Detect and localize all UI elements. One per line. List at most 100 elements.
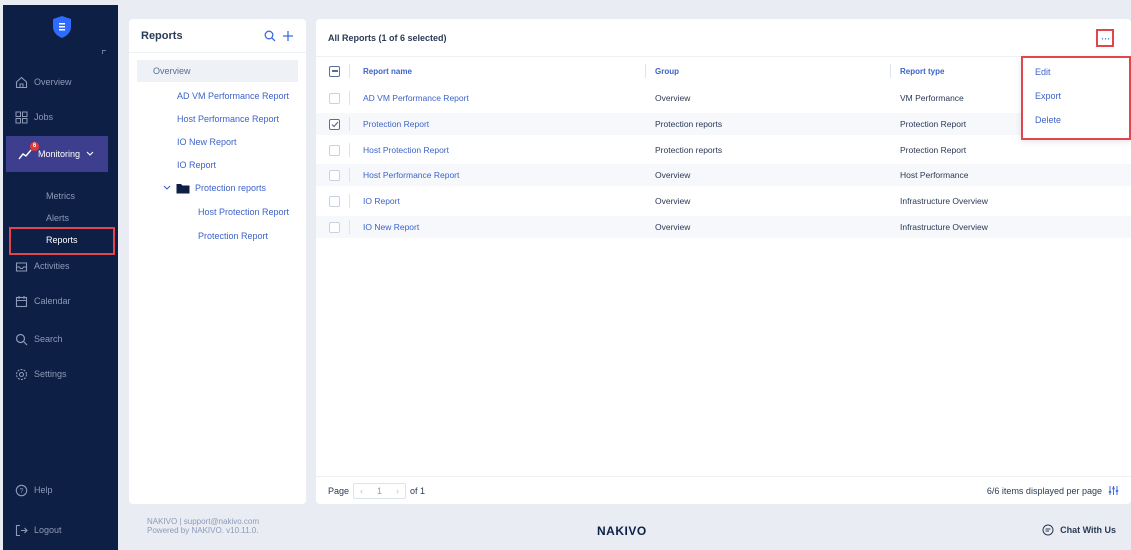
subnav-metrics-label: Metrics bbox=[46, 191, 75, 201]
table-row[interactable]: IO New Report Overview Infrastructure Ov… bbox=[316, 216, 1131, 238]
cell-type: Protection Report bbox=[900, 145, 967, 155]
tree-item-label: Host Protection Report bbox=[198, 207, 290, 217]
actions-dropdown-menu: Edit Export Delete bbox=[1021, 56, 1131, 140]
menu-item-delete[interactable]: Delete bbox=[1035, 115, 1061, 125]
row-checkbox[interactable] bbox=[329, 169, 340, 181]
items-per-page: 6/6 items displayed per page bbox=[987, 485, 1119, 496]
column-report-type[interactable]: Report type bbox=[900, 67, 944, 76]
tree-item-label: IO Report bbox=[177, 160, 217, 170]
table-row[interactable]: IO Report Overview Infrastructure Overvi… bbox=[316, 190, 1131, 212]
main-title: All Reports (1 of 6 selected) bbox=[328, 32, 447, 43]
reports-highlight-box bbox=[9, 227, 115, 255]
nav-monitoring-label: Monitoring bbox=[38, 149, 81, 159]
divider bbox=[349, 64, 350, 78]
nav-help[interactable]: ? Help bbox=[3, 477, 118, 503]
divider bbox=[645, 64, 646, 78]
nav-logout[interactable]: Logout bbox=[3, 517, 118, 543]
page-selector[interactable]: ‹ 1 › bbox=[353, 482, 407, 499]
chat-label: Chat With Us bbox=[1060, 525, 1116, 535]
tree-item[interactable]: Protection Report bbox=[137, 225, 307, 247]
row-checkbox[interactable] bbox=[329, 195, 340, 207]
cell-name[interactable]: Host Protection Report bbox=[363, 145, 449, 155]
tree-item-label: Protection Report bbox=[198, 231, 269, 241]
current-page[interactable]: 1 bbox=[377, 486, 382, 496]
folder-icon bbox=[176, 183, 190, 193]
cell-name[interactable]: AD VM Performance Report bbox=[363, 93, 469, 103]
row-checkbox[interactable] bbox=[329, 144, 340, 156]
table-row[interactable]: AD VM Performance Report Overview VM Per… bbox=[316, 87, 1131, 109]
nav-calendar[interactable]: Calendar bbox=[3, 288, 118, 314]
subnav-metrics[interactable]: Metrics bbox=[3, 186, 118, 206]
grid-icon bbox=[15, 111, 28, 123]
home-icon bbox=[15, 76, 28, 88]
nav-monitoring[interactable]: 6 Monitoring bbox=[6, 136, 108, 172]
cell-name[interactable]: IO Report bbox=[363, 196, 400, 206]
chevron-left-icon[interactable]: ‹ bbox=[360, 486, 363, 496]
nav-search[interactable]: Search bbox=[3, 326, 118, 352]
table-row[interactable]: Protection Report Protection reports Pro… bbox=[316, 113, 1131, 135]
tree-item[interactable]: Host Performance Report bbox=[137, 108, 307, 130]
menu-item-export[interactable]: Export bbox=[1035, 91, 1061, 101]
table-row[interactable]: Host Protection Report Protection report… bbox=[316, 139, 1131, 161]
nav-search-label: Search bbox=[34, 334, 63, 344]
page-footer: NAKIVO | support@nakivo.com Powered by N… bbox=[129, 512, 1131, 550]
column-report-name[interactable]: Report name bbox=[363, 67, 412, 76]
tree-item[interactable]: IO New Report bbox=[137, 131, 307, 153]
select-all-checkbox[interactable] bbox=[329, 65, 340, 77]
tree-item[interactable]: IO Report bbox=[137, 154, 307, 176]
menu-item-edit[interactable]: Edit bbox=[1035, 67, 1051, 77]
subnav-alerts[interactable]: Alerts bbox=[3, 208, 118, 228]
tree-title: Reports bbox=[141, 29, 183, 42]
column-settings-icon[interactable] bbox=[1108, 485, 1119, 496]
cell-name[interactable]: IO New Report bbox=[363, 222, 419, 232]
tree-item[interactable]: Host Protection Report bbox=[137, 201, 307, 223]
tree-item-label: Host Performance Report bbox=[177, 114, 280, 124]
cell-type: Infrastructure Overview bbox=[900, 196, 988, 206]
nav-help-label: Help bbox=[34, 485, 53, 495]
cell-name[interactable]: Protection Report bbox=[363, 119, 429, 129]
divider bbox=[890, 64, 891, 78]
cell-group: Protection reports bbox=[655, 145, 723, 155]
inbox-icon bbox=[15, 261, 28, 272]
page-label: Page bbox=[328, 485, 350, 496]
cell-type: Protection Report bbox=[900, 119, 967, 129]
add-icon[interactable] bbox=[282, 30, 294, 42]
chevron-right-icon[interactable]: › bbox=[396, 486, 399, 496]
search-icon[interactable] bbox=[264, 30, 276, 42]
page-of-label: of 1 bbox=[410, 485, 426, 496]
nakivo-shield-logo[interactable] bbox=[53, 16, 71, 38]
table-header: Report name Group Report type bbox=[316, 60, 1131, 82]
column-group[interactable]: Group bbox=[655, 67, 679, 76]
cell-group: Overview bbox=[655, 222, 691, 232]
nav-jobs[interactable]: Jobs bbox=[3, 104, 118, 130]
reports-tree-panel: Reports Overview AD VM Performance Repor… bbox=[129, 19, 306, 504]
row-checkbox[interactable] bbox=[329, 118, 340, 130]
chart-icon bbox=[18, 149, 32, 159]
nav-overview[interactable]: Overview bbox=[3, 69, 118, 95]
chat-with-us-button[interactable]: Chat With Us bbox=[1042, 524, 1116, 536]
nav-settings-label: Settings bbox=[34, 369, 67, 379]
cell-name[interactable]: Host Performance Report bbox=[363, 170, 459, 180]
cell-type: VM Performance bbox=[900, 93, 964, 103]
tree-folder-protection[interactable]: Protection reports bbox=[137, 177, 307, 199]
more-actions-button[interactable]: ··· bbox=[1096, 29, 1114, 47]
nav-settings[interactable]: Settings bbox=[3, 361, 118, 387]
chevron-down-icon[interactable] bbox=[163, 185, 171, 191]
table-row[interactable]: Host Performance Report Overview Host Pe… bbox=[316, 164, 1131, 186]
tree-item-label: Protection reports bbox=[195, 183, 267, 193]
search-icon bbox=[15, 333, 28, 345]
sidebar: Overview Jobs 6 Monitoring Metrics Alert… bbox=[3, 5, 118, 550]
nav-jobs-label: Jobs bbox=[34, 112, 54, 122]
nakivo-wordmark: NAKIVO bbox=[597, 524, 647, 538]
collapse-corner-icon[interactable] bbox=[102, 50, 106, 54]
calendar-icon bbox=[15, 295, 28, 307]
tree-item[interactable]: AD VM Performance Report bbox=[137, 85, 307, 107]
row-checkbox[interactable] bbox=[329, 221, 340, 233]
cell-group: Overview bbox=[655, 93, 691, 103]
tree-item-overview[interactable]: Overview bbox=[137, 60, 298, 82]
row-checkbox[interactable] bbox=[329, 92, 340, 104]
chat-icon bbox=[1042, 524, 1054, 536]
nav-activities[interactable]: Activities bbox=[3, 253, 118, 279]
help-icon: ? bbox=[15, 484, 28, 496]
cell-group: Protection reports bbox=[655, 119, 723, 129]
